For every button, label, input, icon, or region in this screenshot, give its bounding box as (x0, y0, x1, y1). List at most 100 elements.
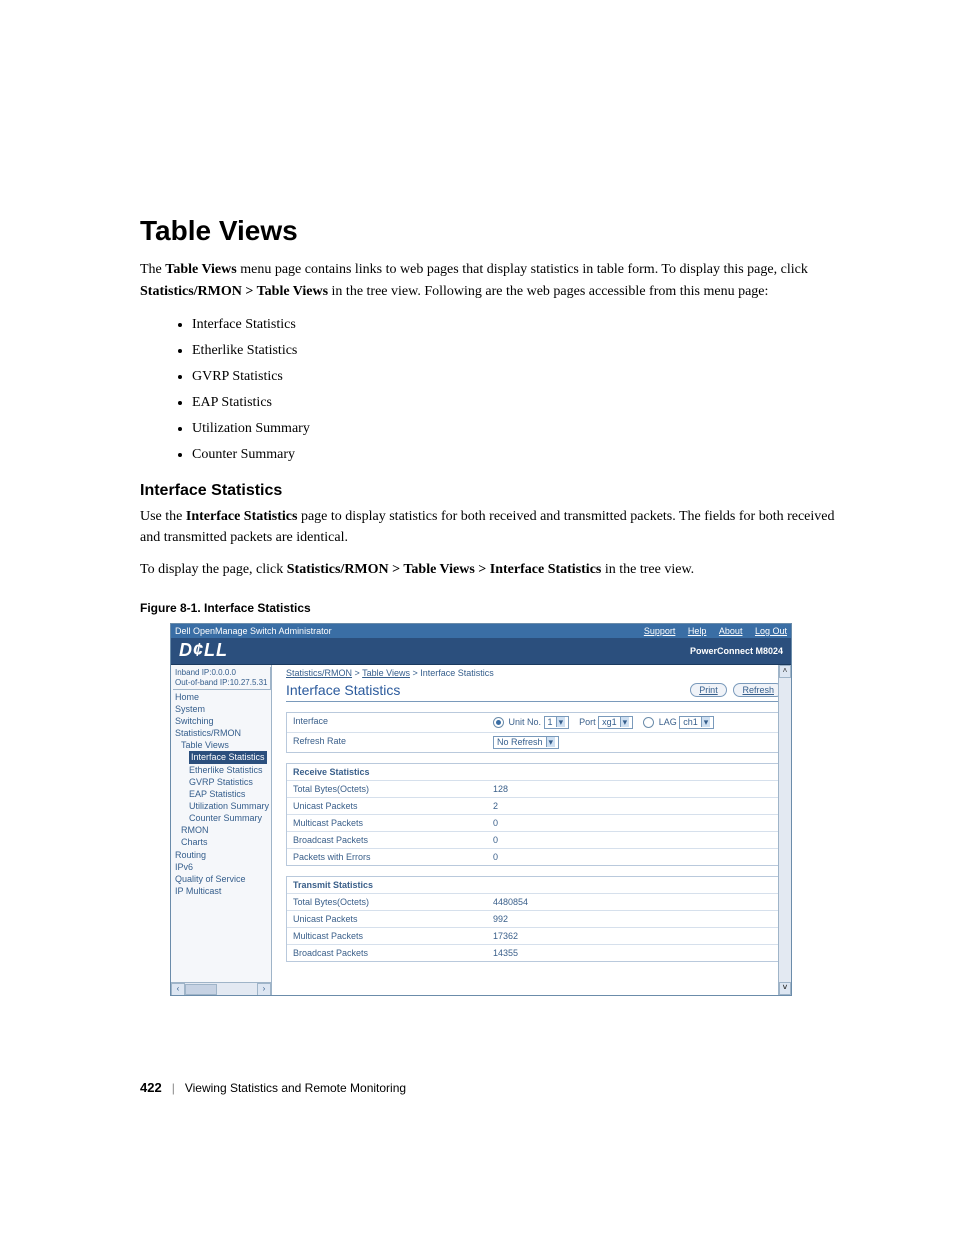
tree-routing[interactable]: Routing (173, 849, 271, 861)
app-title: Dell OpenManage Switch Administrator (175, 626, 332, 636)
list-item: Etherlike Statistics (192, 338, 839, 364)
bold-text: Table Views (165, 262, 236, 277)
figure-caption: Figure 8-1. Interface Statistics (140, 601, 839, 615)
lag-radio[interactable] (643, 717, 654, 728)
tree-system[interactable]: System (173, 703, 271, 715)
breadcrumb-sep: > (352, 668, 362, 678)
unit-select[interactable]: 1▾ (544, 716, 570, 729)
list-item: EAP Statistics (192, 390, 839, 416)
breadcrumb: Statistics/RMON > Table Views > Interfac… (286, 665, 791, 682)
breadcrumb-link[interactable]: Statistics/RMON (286, 668, 352, 678)
ip-info: Inband IP:0.0.0.0 Out-of-band IP:10.27.5… (173, 667, 271, 690)
text: menu page contains links to web pages th… (237, 262, 808, 277)
tree-switching[interactable]: Switching (173, 715, 271, 727)
scroll-left-icon[interactable]: ‹ (171, 983, 185, 995)
interface-controls: Unit No. 1▾ Port xg1▾ LAG ch1▾ (487, 713, 782, 732)
support-link[interactable]: Support (644, 626, 676, 636)
sub-paragraph-1: Use the Interface Statistics page to dis… (140, 506, 839, 549)
tree-eap-statistics[interactable]: EAP Statistics (173, 788, 271, 800)
lag-select[interactable]: ch1▾ (679, 716, 714, 729)
screenshot-figure: Dell OpenManage Switch Administrator Sup… (170, 623, 792, 996)
tree-ip-multicast[interactable]: IP Multicast (173, 885, 271, 897)
tree-table-views[interactable]: Table Views (173, 739, 271, 751)
interface-panel: Interface Unit No. 1▾ Port xg1▾ LAG ch1 (286, 712, 783, 753)
refresh-rate-label: Refresh Rate (287, 733, 487, 752)
logout-link[interactable]: Log Out (755, 626, 787, 636)
refresh-button[interactable]: Refresh (733, 683, 783, 697)
list-item: Utilization Summary (192, 416, 839, 442)
port-label: Port (579, 717, 596, 727)
table-row: Unicast Packets992 (287, 910, 782, 927)
tree-etherlike-statistics[interactable]: Etherlike Statistics (173, 764, 271, 776)
dell-logo: D¢LL (179, 640, 228, 661)
page-heading: Table Views (140, 215, 839, 247)
port-select[interactable]: xg1▾ (598, 716, 633, 729)
table-row: Broadcast Packets0 (287, 831, 782, 848)
receive-stats-panel: Receive Statistics Total Bytes(Octets)12… (286, 763, 783, 866)
tree-utilization-summary[interactable]: Utilization Summary (173, 800, 271, 812)
text: in the tree view. Following are the web … (328, 284, 768, 299)
chevron-down-icon: ▾ (556, 717, 566, 727)
help-link[interactable]: Help (688, 626, 707, 636)
page-number: 422 (140, 1080, 162, 1095)
main-vscrollbar[interactable]: ˄ ˅ (778, 665, 791, 995)
app-titlebar: Dell OpenManage Switch Administrator Sup… (171, 624, 791, 638)
scroll-down-icon[interactable]: ˅ (779, 982, 791, 995)
receive-stats-header: Receive Statistics (287, 764, 487, 780)
text: in the tree view. (601, 562, 694, 577)
bold-text: Statistics/RMON > Table Views > Interfac… (287, 562, 602, 577)
nav-sidebar: Inband IP:0.0.0.0 Out-of-band IP:10.27.5… (171, 665, 272, 995)
tree-charts[interactable]: Charts (173, 836, 271, 848)
unit-radio[interactable] (493, 717, 504, 728)
tree-home[interactable]: Home (173, 691, 271, 703)
list-item: Interface Statistics (192, 312, 839, 338)
oob-ip: Out-of-band IP:10.27.5.31 (175, 678, 268, 688)
page-footer: 422 | Viewing Statistics and Remote Moni… (140, 1080, 406, 1095)
bold-text: Statistics/RMON > Table Views (140, 284, 328, 299)
transmit-stats-panel: Transmit Statistics Total Bytes(Octets)4… (286, 876, 783, 962)
table-row: Multicast Packets0 (287, 814, 782, 831)
bold-text: Interface Statistics (186, 509, 298, 524)
text: To display the page, click (140, 562, 287, 577)
intro-paragraph: The Table Views menu page contains links… (140, 259, 839, 302)
chevron-down-icon: ▾ (546, 737, 556, 747)
tree-counter-summary[interactable]: Counter Summary (173, 812, 271, 824)
sidebar-hscrollbar[interactable]: ‹ › (171, 982, 271, 995)
table-row: Multicast Packets17362 (287, 927, 782, 944)
top-links: Support Help About Log Out (634, 626, 787, 636)
interface-label: Interface (287, 713, 487, 732)
inband-ip: Inband IP:0.0.0.0 (175, 668, 268, 678)
table-row: Unicast Packets2 (287, 797, 782, 814)
breadcrumb-current: Interface Statistics (420, 668, 494, 678)
about-link[interactable]: About (719, 626, 743, 636)
table-row: Packets with Errors0 (287, 848, 782, 865)
page-title: Interface Statistics (286, 682, 400, 698)
scroll-right-icon[interactable]: › (257, 983, 271, 995)
main-pane: Statistics/RMON > Table Views > Interfac… (272, 665, 791, 995)
scroll-thumb[interactable] (185, 984, 217, 995)
tree-gvrp-statistics[interactable]: GVRP Statistics (173, 776, 271, 788)
unit-label: Unit No. (509, 717, 542, 727)
brand-bar: D¢LL PowerConnect M8024 (171, 638, 791, 665)
sub-paragraph-2: To display the page, click Statistics/RM… (140, 559, 839, 581)
list-item: Counter Summary (192, 442, 839, 468)
model-label: PowerConnect M8024 (690, 646, 783, 656)
tree-interface-statistics[interactable]: Interface Statistics (173, 751, 271, 763)
text: Use the (140, 509, 186, 524)
transmit-stats-header: Transmit Statistics (287, 877, 487, 893)
tree-qos[interactable]: Quality of Service (173, 873, 271, 885)
chapter-name: Viewing Statistics and Remote Monitoring (185, 1081, 406, 1095)
breadcrumb-link[interactable]: Table Views (362, 668, 410, 678)
tree-statistics-rmon[interactable]: Statistics/RMON (173, 727, 271, 739)
table-row: Total Bytes(Octets)4480854 (287, 893, 782, 910)
tree-rmon[interactable]: RMON (173, 824, 271, 836)
tree-ipv6[interactable]: IPv6 (173, 861, 271, 873)
nav-tree[interactable]: Home System Switching Statistics/RMON Ta… (173, 691, 271, 897)
print-button[interactable]: Print (690, 683, 727, 697)
page-actions: Print Refresh (686, 683, 783, 697)
chevron-down-icon: ▾ (620, 717, 630, 727)
bullet-list: Interface Statistics Etherlike Statistic… (140, 312, 839, 467)
table-row: Total Bytes(Octets)128 (287, 780, 782, 797)
refresh-rate-select[interactable]: No Refresh▾ (493, 736, 559, 749)
scroll-up-icon[interactable]: ˄ (779, 665, 791, 678)
